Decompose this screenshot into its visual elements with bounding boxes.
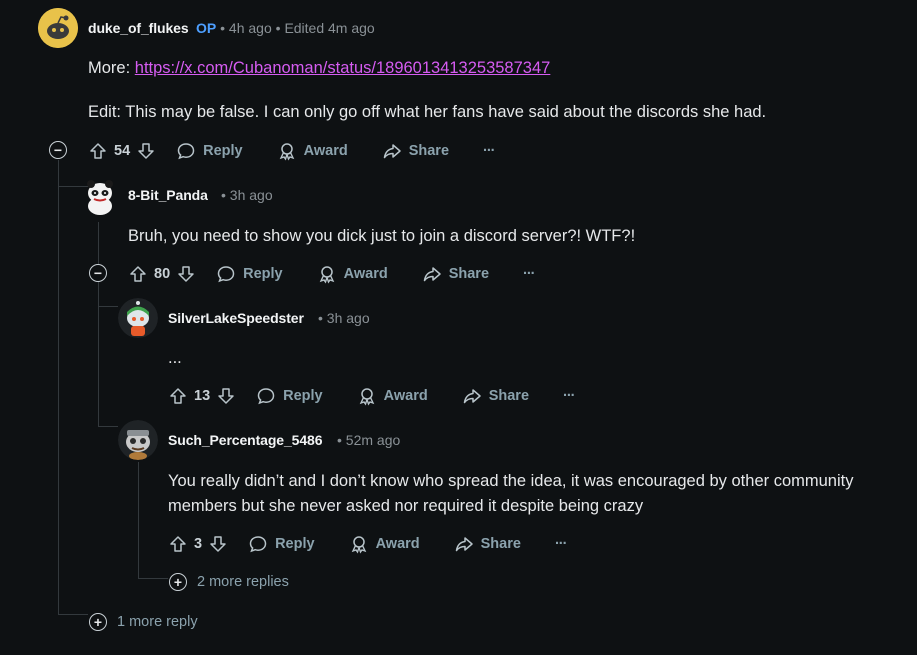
reply-button[interactable]: Reply <box>256 386 323 406</box>
username[interactable]: Such_Percentage_5486 <box>168 432 323 448</box>
thread-curve-more-top <box>58 614 88 615</box>
snoo-avatar-icon <box>118 420 158 460</box>
share-icon <box>454 534 474 554</box>
tweet-link[interactable]: https://x.com/Cubanoman/status/189601341… <box>135 59 551 77</box>
timestamp[interactable]: 3h ago <box>327 310 370 326</box>
overflow-menu-button[interactable]: ··· <box>523 266 535 282</box>
more-replies-label: 2 more replies <box>197 574 289 590</box>
upvote-icon[interactable] <box>168 534 188 554</box>
downvote-icon[interactable] <box>208 534 228 554</box>
thread-curve-level-2a <box>98 306 118 307</box>
plus-icon: + <box>169 573 187 591</box>
reply-button[interactable]: Reply <box>248 534 315 554</box>
vote-count: 80 <box>154 266 171 282</box>
reply-button[interactable]: Reply <box>216 264 283 284</box>
op-badge: OP <box>196 20 217 36</box>
downvote-icon[interactable] <box>216 386 236 406</box>
panda-avatar-icon <box>87 180 113 215</box>
snoo-avatar-icon <box>38 8 78 48</box>
more-replies-nested-button[interactable]: + 2 more replies <box>169 573 289 591</box>
text-prefix: More: <box>88 59 135 77</box>
share-button[interactable]: Share <box>382 141 449 161</box>
share-icon <box>382 141 402 161</box>
comment-body: ... <box>168 349 182 367</box>
edit-text: Edit: This may be false. I can only go o… <box>88 103 767 121</box>
thread-line-level-1[interactable] <box>98 222 99 427</box>
vote-count: 3 <box>194 536 203 552</box>
vote-count: 54 <box>114 143 131 159</box>
collapse-button[interactable]: − <box>89 264 107 282</box>
more-replies-top-button[interactable]: + 1 more reply <box>89 613 198 631</box>
thread-curve-level-2b <box>98 426 118 427</box>
avatar[interactable] <box>118 298 158 338</box>
upvote-icon[interactable] <box>168 386 188 406</box>
username[interactable]: 8-Bit_Panda <box>128 187 208 203</box>
reply-icon <box>216 264 236 284</box>
timestamp[interactable]: 4h ago <box>229 20 272 36</box>
award-icon <box>317 264 337 284</box>
reply-icon <box>256 386 276 406</box>
avatar[interactable] <box>38 8 78 48</box>
thread-curve-more-nested <box>138 578 168 579</box>
overflow-menu-button[interactable]: ··· <box>483 143 495 159</box>
overflow-icon: ··· <box>523 266 535 282</box>
thread-line-level-0[interactable] <box>58 160 59 615</box>
action-row: 80 Reply Award Share ··· <box>128 262 535 286</box>
comment-meta: • 52m ago <box>337 432 401 448</box>
plus-icon: + <box>89 613 107 631</box>
username[interactable]: SilverLakeSpeedster <box>168 310 304 326</box>
vote-group: 3 <box>168 534 228 554</box>
overflow-icon: ··· <box>554 536 567 552</box>
vote-group: 13 <box>168 386 236 406</box>
vote-count: 13 <box>194 388 211 404</box>
award-button[interactable]: Award <box>277 141 348 161</box>
vote-group: 54 <box>88 141 156 161</box>
award-button[interactable]: Award <box>317 264 388 284</box>
award-icon <box>277 141 297 161</box>
comment-meta: OP • 4h ago • Edited 4m ago <box>196 20 375 36</box>
overflow-menu-button[interactable]: ··· <box>563 388 575 404</box>
action-row: 3 Reply Award Share ··· <box>168 532 567 556</box>
vote-group: 80 <box>128 264 196 284</box>
username[interactable]: duke_of_flukes <box>88 20 189 36</box>
action-row: 54 Reply Award Share ··· <box>88 139 495 163</box>
share-button[interactable]: Share <box>454 534 521 554</box>
more-replies-label: 1 more reply <box>117 614 198 630</box>
edited-label: Edited 4m ago <box>284 20 375 36</box>
downvote-icon[interactable] <box>136 141 156 161</box>
snoo-avatar-icon <box>118 298 158 338</box>
comment-meta: • 3h ago <box>221 187 273 203</box>
downvote-icon[interactable] <box>176 264 196 284</box>
share-button[interactable]: Share <box>422 264 489 284</box>
share-button[interactable]: Share <box>462 386 529 406</box>
comment-body: You really didn’t and I don’t know who s… <box>168 472 854 515</box>
reply-icon <box>248 534 268 554</box>
minus-icon: − <box>93 265 103 281</box>
share-icon <box>422 264 442 284</box>
timestamp[interactable]: 52m ago <box>346 432 400 448</box>
thread-line-level-2[interactable] <box>138 462 139 578</box>
comment-meta: • 3h ago <box>318 310 370 326</box>
overflow-icon: ··· <box>483 143 495 159</box>
award-icon <box>349 534 369 554</box>
award-button[interactable]: Award <box>349 534 420 554</box>
collapse-button[interactable]: − <box>49 141 67 159</box>
avatar[interactable] <box>80 176 120 216</box>
comment-body: Bruh, you need to show you dick just to … <box>128 227 636 245</box>
upvote-icon[interactable] <box>128 264 148 284</box>
award-icon <box>357 386 377 406</box>
award-button[interactable]: Award <box>357 386 428 406</box>
minus-icon: − <box>53 142 63 158</box>
reply-button[interactable]: Reply <box>176 141 243 161</box>
reply-icon <box>176 141 196 161</box>
overflow-menu-button[interactable]: ··· <box>555 536 567 552</box>
avatar[interactable] <box>118 420 158 460</box>
comment-body: More: https://x.com/Cubanoman/status/189… <box>88 56 888 125</box>
action-row: 13 Reply Award Share ··· <box>168 384 575 408</box>
share-icon <box>462 386 482 406</box>
timestamp[interactable]: 3h ago <box>230 187 273 203</box>
overflow-icon: ··· <box>563 388 575 404</box>
upvote-icon[interactable] <box>88 141 108 161</box>
